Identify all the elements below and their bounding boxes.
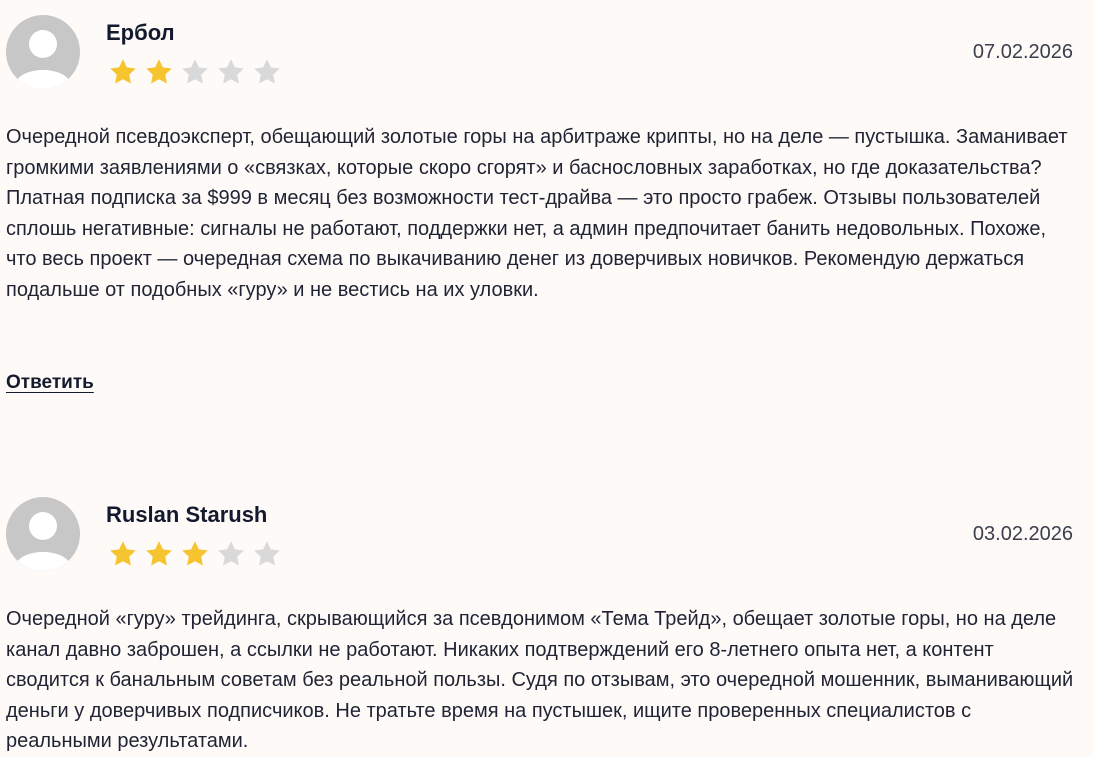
- star-rating: [106, 539, 284, 569]
- review-author: Ербол: [106, 20, 175, 45]
- user-avatar-icon: [6, 15, 80, 89]
- star-icon: [218, 541, 244, 566]
- review-text: Очередной псевдоэксперт, обещающий золот…: [6, 126, 1068, 301]
- star-icon: [254, 541, 280, 566]
- review-date: 03.02.2026: [972, 523, 1073, 545]
- star-icon: [182, 541, 208, 566]
- reply-link[interactable]: Ответить: [6, 372, 94, 394]
- star-icon: [254, 59, 280, 84]
- star-icon: [182, 59, 208, 84]
- review-date: 07.02.2026: [972, 41, 1073, 63]
- star-icon: [218, 59, 244, 84]
- star-icon: [146, 59, 172, 84]
- star-rating: [106, 57, 284, 87]
- user-avatar-icon: [6, 497, 80, 571]
- star-icon: [110, 541, 136, 566]
- star-icon: [146, 541, 172, 566]
- review-author: Ruslan Starush: [106, 502, 268, 527]
- star-icon: [110, 59, 136, 84]
- review-text: Очередной «гуру» трейдинга, скрывающийся…: [6, 608, 1074, 752]
